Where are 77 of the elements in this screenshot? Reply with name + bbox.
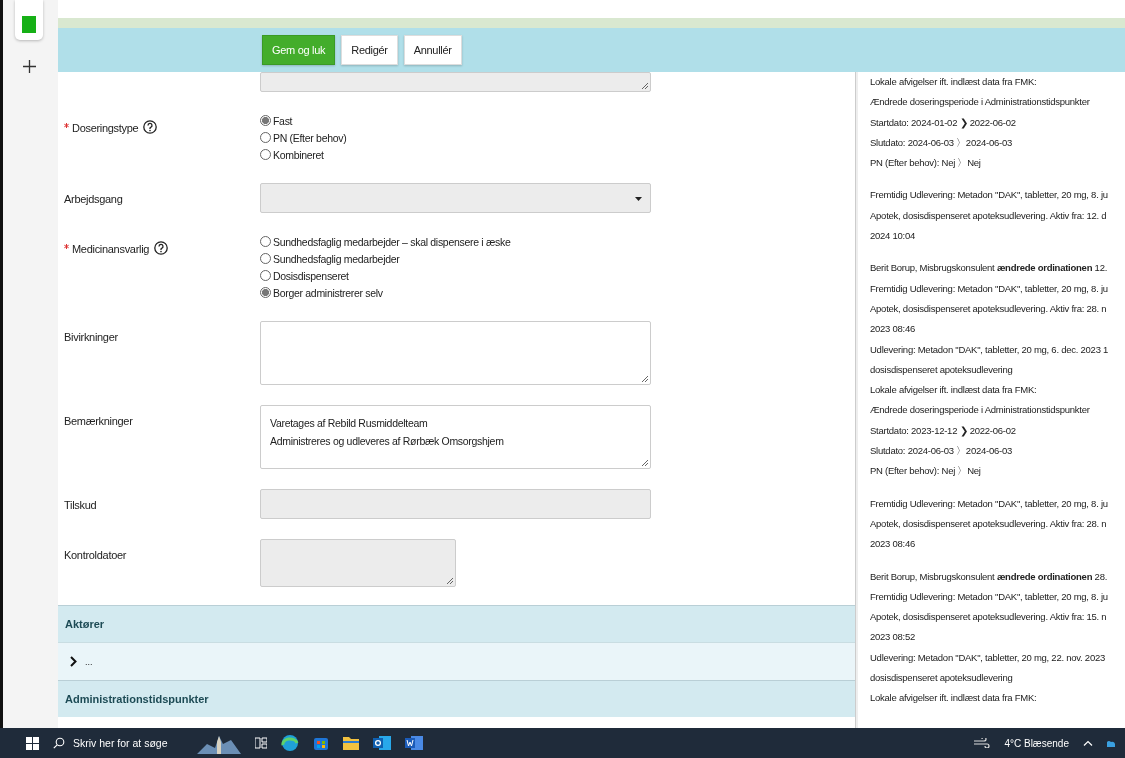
field-label: Bemærkninger	[64, 415, 133, 427]
history-line: Berit Borup, Misbrugskonsulent ændrede ordinationen 12.	[870, 261, 1109, 276]
history-line: Fremtidig Udlevering: Metadon "DAK", tabletter, 20 mg, 8. ju	[870, 188, 1109, 203]
radio-button[interactable]	[260, 115, 271, 126]
radio-button[interactable]	[260, 236, 271, 247]
history-line: Apotek, dosisdispenseret apoteksudlevering. Aktiv fra: 15. n	[870, 610, 1108, 625]
chevron-icon[interactable]	[70, 656, 77, 667]
history-line: Slutdato: 2024-06-03 〉2024-06-03	[870, 135, 1013, 150]
history-line: Slutdato: 2024-06-03 〉2024-06-03	[870, 444, 1013, 459]
task-view-icon[interactable]	[255, 737, 267, 749]
wind-icon	[974, 738, 991, 748]
history-line: PN (Efter behov): Nej 〉Nej	[870, 156, 982, 171]
history-line: Ændrede doseringsperiode i Administrationstidspunkter	[870, 95, 1091, 110]
taskbar-search-field[interactable]: Skriv her for at søge	[53, 737, 183, 749]
history-line: Fremtidig Udlevering: Metadon "DAK", tabletter, 20 mg, 8. ju	[870, 281, 1109, 296]
radio-button[interactable]	[260, 270, 271, 281]
field-label: Tilskud	[64, 499, 97, 511]
history-line: Fremtidig Udlevering: Metadon "DAK", tabletter, 20 mg, 8. ju	[870, 589, 1109, 604]
help-icon[interactable]	[154, 241, 169, 255]
mail-app-icon[interactable]	[373, 735, 391, 751]
field-label: Bivirkninger	[64, 331, 118, 343]
help-icon[interactable]	[143, 120, 158, 134]
row-text: ...	[85, 656, 93, 667]
history-line: Udlevering: Metadon "DAK", tabletter, 20 mg, 22. nov. 2023	[870, 650, 1106, 665]
radio-label[interactable]: Borger administrerer selv	[273, 286, 383, 299]
toolbar-button[interactable]: Redigér	[341, 35, 398, 65]
history-line: PN (Efter behov): Nej 〉Nej	[870, 464, 982, 479]
radio-label[interactable]: Kombineret	[273, 148, 324, 161]
history-line: 2023 08:52	[870, 630, 917, 645]
history-line: Udlevering: Metadon "DAK", tabletter, 20 mg, 6. dec. 2023 1	[870, 342, 1110, 357]
history-line: dosisdispenseret apoteksudlevering	[870, 362, 1014, 377]
history-line: Berit Borup, Misbrugskonsulent ændrede ordinationen 28.	[870, 569, 1109, 584]
history-line: dosisdispenseret apoteksudlevering	[870, 671, 1014, 685]
history-line: 2023 08:46	[870, 537, 917, 552]
resize-grip-icon[interactable]	[642, 460, 648, 466]
radio-label[interactable]: Sundhedsfaglig medarbejder	[273, 252, 400, 265]
history-line: Ændrede doseringsperiode i Administrationstidspunkter	[870, 403, 1091, 418]
history-line: Lokale afvigelser ift. indlæst data fra FMK:	[870, 691, 1038, 706]
plus-icon[interactable]	[22, 60, 36, 73]
history-line: Startdato: 2024-01-02 ❯ 2022-06-02	[870, 115, 1017, 131]
history-line: Lokale afvigelser ift. indlæst data fra FMK:	[870, 75, 1038, 89]
section-header[interactable]: Aktører	[58, 605, 855, 642]
radio-button[interactable]	[260, 287, 271, 298]
caret-icon	[635, 197, 642, 201]
field-label: Medicinansvarlig	[72, 243, 150, 255]
windows-start-icon[interactable]	[26, 736, 39, 750]
weather-text[interactable]: 4°C Blæsende	[1004, 737, 1069, 749]
section-header[interactable]: Administrationstidspunkter	[58, 680, 855, 717]
folder-icon[interactable]	[343, 736, 359, 750]
radio-label[interactable]: Dosisdispenseret	[273, 269, 349, 282]
radio-button[interactable]	[260, 132, 271, 143]
app-tile[interactable]	[15, 0, 43, 40]
history-line: Apotek, dosisdispenseret apoteksudlevering. Aktiv fra: 12. d	[870, 208, 1108, 223]
document-app-icon[interactable]	[405, 735, 423, 751]
radio-button[interactable]	[260, 149, 271, 160]
history-line: Startdato: 2023-12-12 ❯ 2022-06-02	[870, 423, 1017, 439]
radio-label[interactable]: PN (Efter behov)	[273, 131, 347, 144]
field-label: Arbejdsgang	[64, 193, 123, 205]
radio-button[interactable]	[260, 253, 271, 264]
toolbar-button[interactable]: Annullér	[403, 35, 462, 65]
history-line: Apotek, dosisdispenseret apoteksudlevering. Aktiv fra: 28. n	[870, 301, 1108, 316]
store-icon[interactable]	[313, 735, 329, 751]
history-line: Fremtidig Udlevering: Metadon "DAK", tabletter, 20 mg, 8. ju	[870, 496, 1109, 511]
text-area[interactable]: Varetages af Rebild Rusmiddelteam Administreres og udleveres af Rørbæk Omsorgshjem	[260, 405, 651, 469]
radio-label[interactable]: Fast	[273, 114, 293, 127]
field-label: Kontroldatoer	[64, 549, 127, 561]
browser-icon[interactable]	[281, 734, 299, 752]
cloud-icon	[1107, 739, 1115, 747]
history-line: 2023 08:46	[870, 322, 917, 337]
history-line: 2024 10:04	[870, 229, 917, 244]
history-line: Lokale afvigelser ift. indlæst data fra FMK:	[870, 383, 1038, 398]
chevron-up-icon[interactable]	[1083, 740, 1093, 746]
field-label: Doseringstype	[72, 122, 139, 134]
radio-label[interactable]: Sundhedsfaglig medarbejder – skal dispensere i æske	[273, 235, 511, 248]
search-icon	[53, 737, 65, 749]
history-line: Apotek, dosisdispenseret apoteksudlevering. Aktiv fra: 28. n	[870, 516, 1108, 531]
resize-grip-icon[interactable]	[642, 376, 648, 382]
